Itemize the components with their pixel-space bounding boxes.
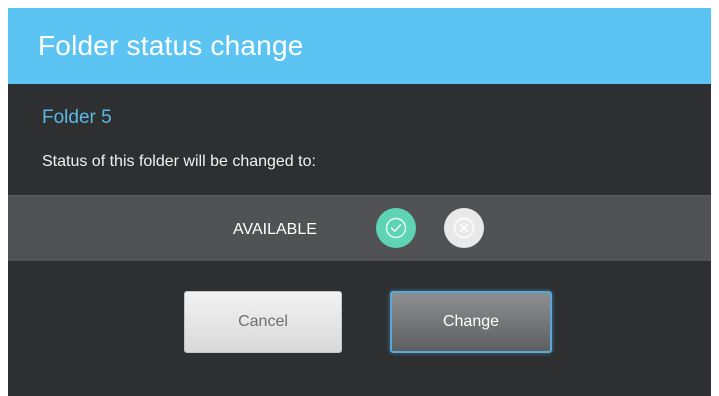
available-status-toggle[interactable] xyxy=(376,208,416,248)
folder-name: Folder 5 xyxy=(42,107,112,128)
folder-status-dialog: Folder status change Folder 5 Status of … xyxy=(8,8,711,396)
status-bar: AVAILABLE xyxy=(8,195,711,261)
unavailable-status-toggle[interactable] xyxy=(444,208,484,248)
check-circle-icon xyxy=(385,217,407,239)
dialog-header: Folder status change xyxy=(8,8,711,84)
status-label: AVAILABLE xyxy=(233,221,317,238)
status-change-message: Status of this folder will be changed to… xyxy=(42,153,316,170)
change-button[interactable]: Change xyxy=(390,291,552,353)
x-circle-icon xyxy=(453,217,475,239)
cancel-button[interactable]: Cancel xyxy=(184,291,342,353)
dialog-title: Folder status change xyxy=(38,30,304,61)
